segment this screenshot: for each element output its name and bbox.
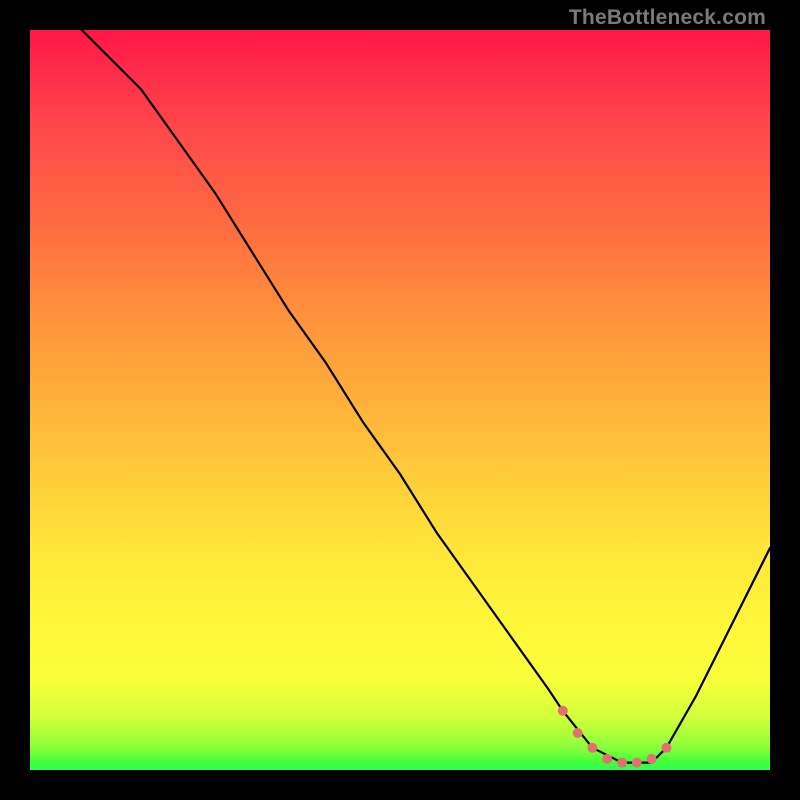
chart-container: TheBottleneck.com: [0, 0, 800, 800]
marker-point: [558, 706, 568, 716]
chart-svg: [30, 30, 770, 770]
watermark-text: TheBottleneck.com: [569, 6, 766, 30]
marker-point: [632, 758, 642, 768]
marker-point: [573, 728, 583, 738]
marker-point: [587, 743, 597, 753]
marker-point: [617, 758, 627, 768]
marker-point: [647, 754, 657, 764]
bottleneck-curve: [82, 30, 770, 763]
marker-point: [602, 754, 612, 764]
marker-point: [661, 743, 671, 753]
plot-area: [30, 30, 770, 770]
